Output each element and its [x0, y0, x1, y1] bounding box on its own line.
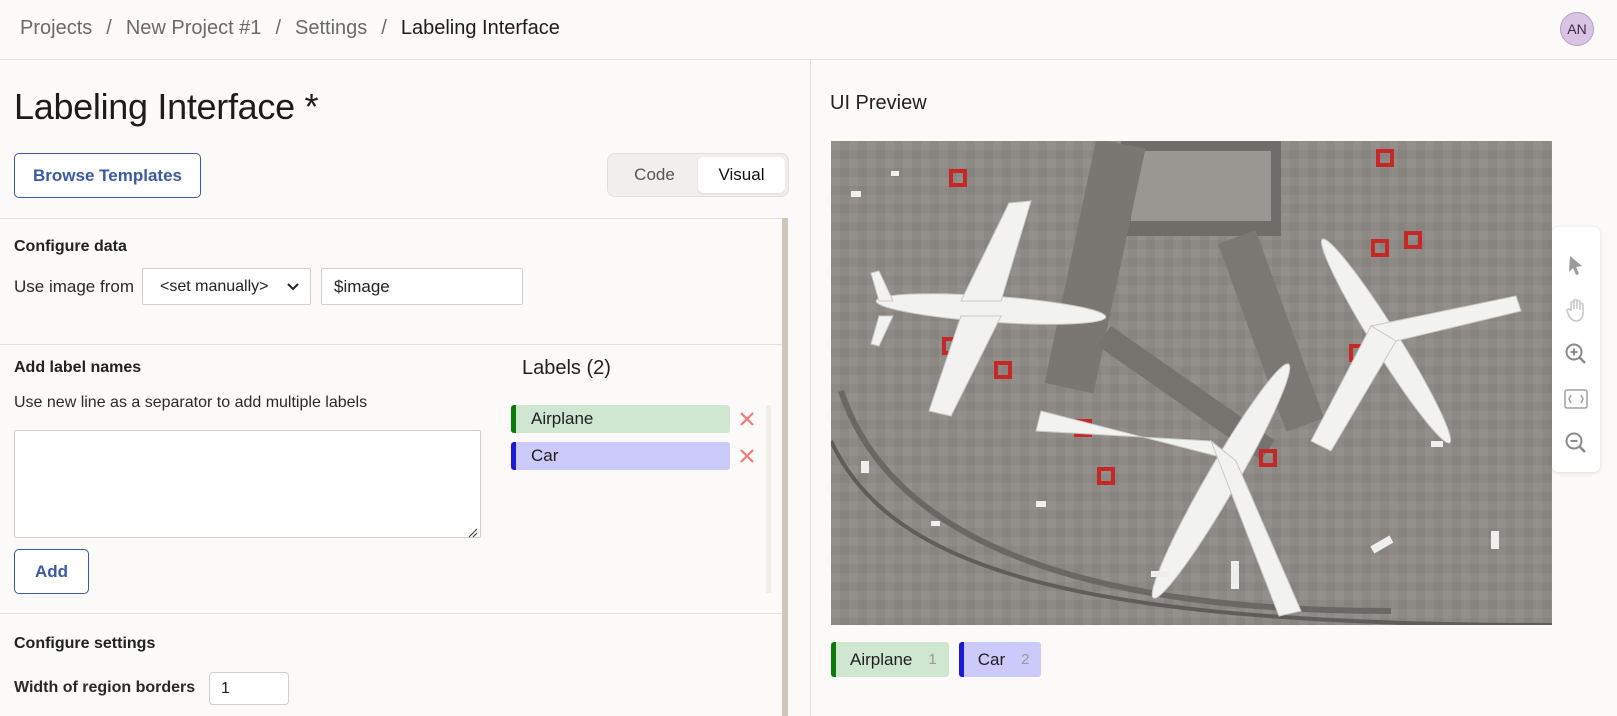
scrollbar[interactable] [782, 218, 788, 716]
preview-panel: UI Preview Airplane 1 Car 2 [810, 60, 1617, 716]
hand-icon[interactable] [1561, 295, 1591, 325]
use-image-label: Use image from [14, 277, 134, 296]
preview-label-chips: Airplane 1 Car 2 [831, 642, 1042, 677]
browse-templates-button[interactable]: Browse Templates [14, 153, 201, 198]
breadcrumb-separator: / [275, 17, 281, 39]
configure-data-title: Configure data [14, 238, 127, 255]
breadcrumb: Projects / New Project #1 / Settings / L… [20, 17, 560, 40]
breadcrumb-project[interactable]: New Project #1 [126, 17, 262, 40]
label-row: Airplane [511, 405, 771, 433]
resize-grip-icon[interactable] [468, 525, 478, 538]
close-icon [740, 449, 754, 463]
chip-label: Car [977, 649, 1006, 669]
image-source-value: <set manually> [160, 277, 269, 295]
chevron-down-icon [285, 278, 301, 299]
preview-chip-airplane[interactable]: Airplane 1 [831, 642, 949, 677]
mode-visual-button[interactable]: Visual [698, 157, 785, 193]
divider [0, 613, 782, 614]
pointer-icon[interactable] [1561, 250, 1591, 280]
divider [0, 218, 782, 219]
add-labels-title: Add label names [14, 359, 142, 376]
breadcrumb-separator: / [106, 17, 112, 39]
add-label-button[interactable]: Add [14, 549, 89, 594]
page-title: Labeling Interface * [14, 86, 319, 127]
divider [0, 344, 782, 345]
preview-title: UI Preview [830, 92, 927, 114]
zoom-in-icon[interactable] [1561, 339, 1591, 369]
top-bar: Projects / New Project #1 / Settings / L… [0, 0, 1617, 60]
breadcrumb-settings[interactable]: Settings [295, 17, 367, 40]
airport-aerial-image [831, 141, 1552, 625]
image-source-select[interactable]: <set manually> [142, 268, 311, 305]
remove-label-airplane[interactable] [736, 407, 758, 431]
chip-label: Airplane [850, 649, 913, 669]
image-value-input[interactable] [321, 268, 523, 305]
add-labels-hint: Use new line as a separator to add multi… [14, 394, 368, 411]
label-names-textarea[interactable] [14, 430, 481, 538]
fit-icon[interactable] [1561, 384, 1591, 414]
mode-code-button[interactable]: Code [611, 157, 698, 193]
remove-label-car[interactable] [736, 444, 758, 468]
close-icon [740, 412, 754, 426]
chip-hotkey: 1 [928, 651, 937, 668]
config-panel: Labeling Interface * Browse Templates Co… [0, 60, 810, 716]
mode-toggle: Code Visual [607, 153, 789, 197]
chip-hotkey: 2 [1021, 651, 1030, 668]
breadcrumb-current: Labeling Interface [400, 17, 560, 39]
preview-image[interactable] [831, 141, 1552, 625]
configure-settings-title: Configure settings [14, 635, 156, 652]
label-row: Car [511, 442, 771, 470]
image-tools [1552, 227, 1600, 472]
border-width-label: Width of region borders [14, 679, 196, 696]
zoom-out-icon[interactable] [1561, 428, 1591, 458]
labels-title: Labels (2) [522, 357, 611, 379]
border-width-input[interactable] [209, 672, 289, 705]
label-chip-car[interactable]: Car [511, 442, 730, 470]
preview-chip-car[interactable]: Car 2 [958, 642, 1042, 677]
breadcrumb-separator: / [381, 17, 387, 39]
labels-list: Airplane Car [511, 405, 771, 593]
avatar[interactable]: AN [1560, 12, 1594, 46]
label-chip-airplane[interactable]: Airplane [511, 405, 730, 433]
breadcrumb-projects[interactable]: Projects [20, 17, 92, 40]
